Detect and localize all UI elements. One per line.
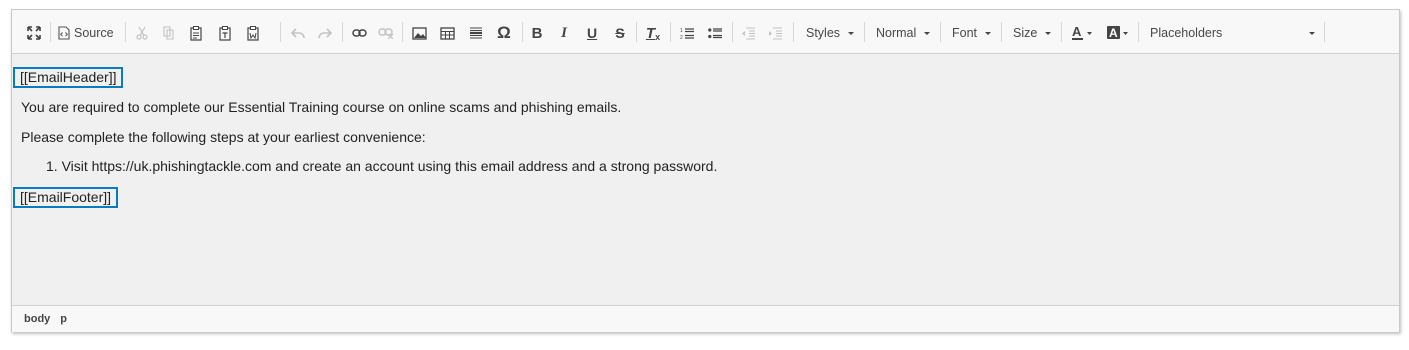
- placeholders-dropdown[interactable]: Placeholders: [1139, 22, 1321, 44]
- editor-toolbar: Source Ω B I U S T x 1 2 Styles Normal F…: [12, 10, 1399, 54]
- svg-text:2: 2: [680, 35, 683, 40]
- indent-button[interactable]: [766, 22, 784, 44]
- email-footer-placeholder[interactable]: [[EmailFooter]]: [13, 187, 119, 208]
- undo-icon: [291, 28, 305, 39]
- chevron-down-icon: [848, 31, 855, 35]
- path-item-body[interactable]: body: [24, 313, 50, 325]
- numbered-list-button[interactable]: 1 2: [678, 22, 696, 44]
- bulleted-list-icon: [708, 27, 722, 38]
- paste-text-button[interactable]: [216, 22, 234, 44]
- underline-button[interactable]: U: [583, 22, 601, 44]
- paste-text-icon: [219, 25, 231, 41]
- strikethrough-button[interactable]: S: [611, 22, 629, 44]
- numbered-list-icon: 1 2: [680, 28, 694, 40]
- background-color-icon: A: [1107, 26, 1128, 40]
- paste-button[interactable]: [187, 22, 205, 44]
- bulleted-list-button[interactable]: [706, 22, 724, 44]
- font-label: Font: [952, 26, 978, 40]
- undo-button[interactable]: [289, 22, 307, 44]
- list-item: 1. Visit https://uk.phishingtackle.com a…: [46, 158, 718, 174]
- strikethrough-icon: S: [615, 25, 625, 41]
- unlink-icon: [378, 28, 394, 39]
- outdent-icon: [742, 27, 755, 39]
- unlink-button[interactable]: [377, 22, 395, 44]
- chevron-down-icon: [924, 31, 931, 35]
- italic-icon: I: [561, 24, 567, 41]
- indent-icon: [769, 27, 782, 39]
- redo-button[interactable]: [316, 22, 334, 44]
- element-path-bar: body p: [12, 305, 1399, 332]
- image-button[interactable]: [410, 22, 428, 44]
- paste-word-icon: [247, 25, 259, 41]
- link-icon: [351, 29, 367, 37]
- bold-button[interactable]: B: [528, 22, 546, 44]
- remove-format-button[interactable]: Tx: [643, 22, 663, 44]
- svg-text:1: 1: [680, 28, 683, 34]
- link-button[interactable]: [350, 22, 368, 44]
- paragraph-instructions: Please complete the following steps at y…: [21, 129, 426, 145]
- horizontal-rule-button[interactable]: [467, 22, 485, 44]
- copy-icon: [163, 26, 174, 40]
- redo-icon: [318, 28, 332, 39]
- svg-text:A: A: [1109, 26, 1118, 40]
- source-label: Source: [74, 26, 114, 40]
- cut-button[interactable]: [133, 22, 151, 44]
- cut-icon: [136, 26, 148, 40]
- paste-word-button[interactable]: [244, 22, 262, 44]
- format-dropdown[interactable]: Normal: [865, 22, 937, 44]
- table-button[interactable]: [438, 22, 456, 44]
- text-color-icon: A: [1072, 25, 1092, 40]
- email-header-placeholder[interactable]: [[EmailHeader]]: [13, 67, 124, 88]
- clear-format-icon: T: [645, 24, 656, 42]
- chevron-down-icon: [1045, 31, 1052, 35]
- horizontal-rule-icon: [470, 27, 482, 39]
- chevron-down-icon: [985, 31, 992, 35]
- copy-button[interactable]: [160, 22, 178, 44]
- placeholders-label: Placeholders: [1150, 26, 1223, 40]
- background-color-button[interactable]: A: [1104, 22, 1132, 44]
- path-item-p[interactable]: p: [60, 313, 67, 325]
- image-icon: [411, 26, 427, 40]
- chevron-down-icon: [1309, 31, 1315, 35]
- steps-list: 1. Visit https://uk.phishingtackle.com a…: [46, 158, 717, 174]
- bold-icon: B: [531, 24, 543, 42]
- size-dropdown[interactable]: Size: [1002, 22, 1058, 44]
- styles-dropdown[interactable]: Styles: [795, 22, 859, 44]
- maximize-icon: [27, 26, 41, 40]
- size-label: Size: [1013, 26, 1038, 40]
- format-label: Normal: [876, 26, 917, 40]
- svg-text:A: A: [1072, 25, 1082, 39]
- paragraph-intro: You are required to complete our Essenti…: [21, 99, 622, 115]
- font-dropdown[interactable]: Font: [941, 22, 997, 44]
- outdent-button[interactable]: [739, 22, 757, 44]
- table-icon: [439, 26, 455, 40]
- omega-icon: Ω: [497, 23, 511, 42]
- source-icon: [58, 26, 70, 40]
- maximize-button[interactable]: [25, 22, 43, 44]
- special-char-button[interactable]: Ω: [494, 22, 514, 44]
- underline-icon: U: [586, 25, 598, 41]
- paste-icon: [190, 25, 202, 41]
- text-color-button[interactable]: A: [1069, 22, 1097, 44]
- editor-content[interactable]: [[EmailHeader]] You are required to comp…: [12, 54, 1399, 305]
- italic-button[interactable]: I: [555, 22, 573, 44]
- styles-label: Styles: [806, 26, 841, 40]
- source-button[interactable]: Source: [58, 22, 120, 44]
- rich-text-editor: Source Ω B I U S T x 1 2 Styles Normal F…: [11, 9, 1400, 332]
